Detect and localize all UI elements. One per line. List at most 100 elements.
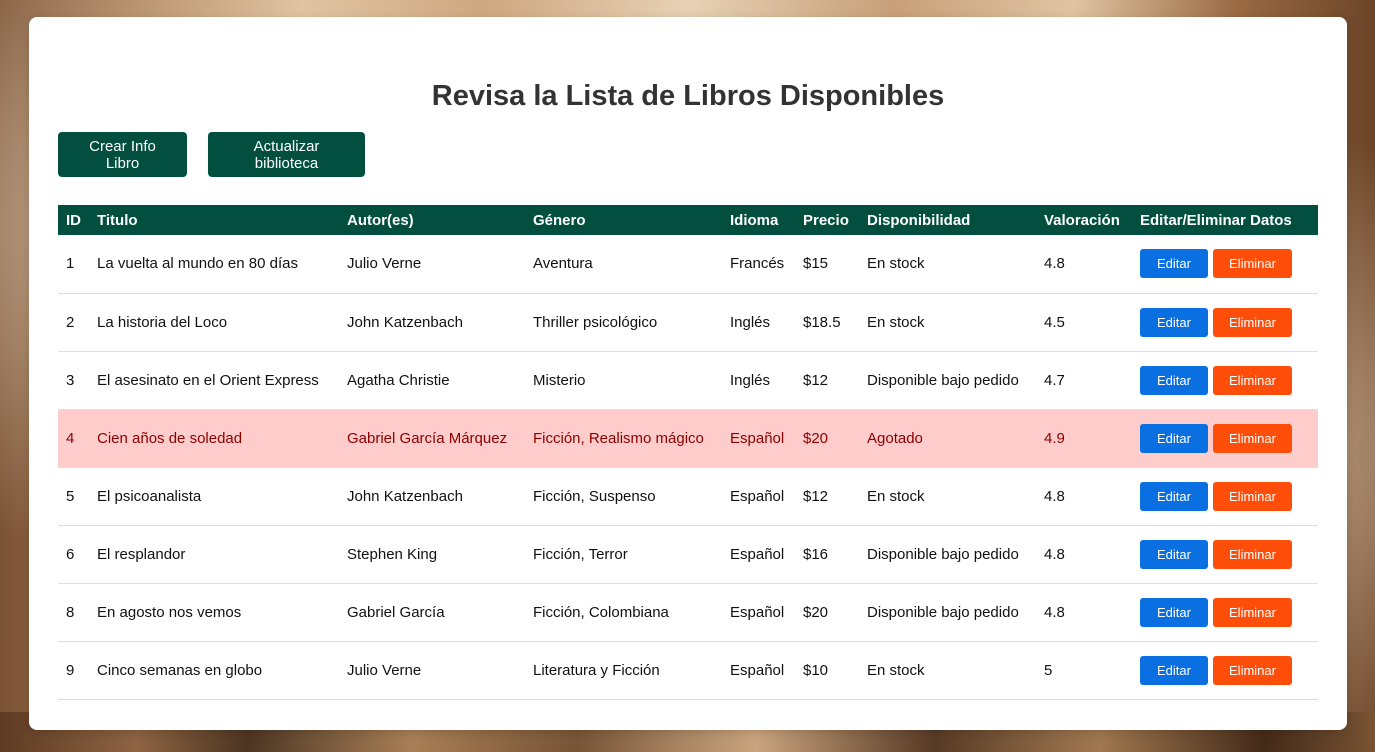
edit-button[interactable]: Editar bbox=[1140, 655, 1208, 685]
delete-button[interactable]: Eliminar bbox=[1213, 655, 1292, 685]
cell-autor: Gabriel García bbox=[339, 583, 525, 642]
cell-genero: Ficción, Suspenso bbox=[525, 467, 722, 526]
cell-idioma: Español bbox=[722, 409, 795, 468]
cell-titulo: La vuelta al mundo en 80 días bbox=[89, 235, 339, 294]
create-book-button[interactable]: Crear Info Libro bbox=[58, 132, 187, 177]
header-autor: Autor(es) bbox=[347, 211, 414, 229]
table-row: 8 En agosto nos vemos Gabriel García Ficció… bbox=[58, 583, 1318, 642]
cell-disponibilidad: En stock bbox=[859, 235, 1036, 294]
cell-valoracion: 4.8 bbox=[1036, 525, 1132, 584]
delete-button[interactable]: Eliminar bbox=[1213, 249, 1292, 279]
edit-button[interactable]: Editar bbox=[1140, 249, 1208, 279]
cell-autor: Julio Verne bbox=[339, 235, 525, 294]
cell-disponibilidad: Disponible bajo pedido bbox=[859, 351, 1036, 410]
delete-button[interactable]: Eliminar bbox=[1213, 481, 1292, 511]
cell-genero: Ficción, Realismo mágico bbox=[525, 409, 722, 468]
edit-button[interactable]: Editar bbox=[1140, 539, 1208, 569]
delete-button[interactable]: Eliminar bbox=[1213, 597, 1292, 627]
cell-actions: Editar Eliminar bbox=[1132, 583, 1318, 642]
cell-precio: $16 bbox=[795, 525, 859, 584]
cell-valoracion: 4.8 bbox=[1036, 583, 1132, 642]
table-row: 5 El psicoanalista John Katzenbach Ficción,… bbox=[58, 467, 1318, 526]
table-row: 3 El asesinato en el Orient Express Agatha… bbox=[58, 351, 1318, 410]
cell-id: 3 bbox=[58, 351, 89, 410]
cell-genero: Aventura bbox=[525, 235, 722, 294]
cell-autor: Agatha Christie bbox=[339, 351, 525, 410]
cell-valoracion: 4.8 bbox=[1036, 467, 1132, 526]
cell-autor: Julio Verne bbox=[339, 641, 525, 700]
cell-autor: John Katzenbach bbox=[339, 467, 525, 526]
table-header-row: ID Titulo Autor(es) Género Idioma Precio… bbox=[58, 205, 1318, 235]
edit-button[interactable]: Editar bbox=[1140, 423, 1208, 453]
cell-autor: Gabriel García Márquez bbox=[339, 409, 525, 468]
cell-idioma: Español bbox=[722, 525, 795, 584]
table-row: 2 La historia del Loco John Katzenbach Thri… bbox=[58, 293, 1318, 352]
cell-valoracion: 4.8 bbox=[1036, 235, 1132, 294]
cell-id: 6 bbox=[58, 525, 89, 584]
cell-actions: Editar Eliminar bbox=[1132, 641, 1318, 700]
table-row: 1 La vuelta al mundo en 80 días Julio Vern… bbox=[58, 235, 1318, 294]
cell-genero: Thriller psicológico bbox=[525, 293, 722, 352]
update-library-button[interactable]: Actualizar biblioteca bbox=[208, 132, 365, 177]
cell-genero: Misterio bbox=[525, 351, 722, 410]
cell-valoracion: 5 bbox=[1036, 641, 1132, 700]
table-row: 4 Cien años de soledad Gabriel García Márq… bbox=[58, 409, 1318, 468]
books-table: ID Titulo Autor(es) Género Idioma Precio… bbox=[58, 205, 1318, 700]
cell-precio: $15 bbox=[795, 235, 859, 294]
cell-actions: Editar Eliminar bbox=[1132, 525, 1318, 584]
cell-id: 9 bbox=[58, 641, 89, 700]
delete-button[interactable]: Eliminar bbox=[1213, 539, 1292, 569]
cell-genero: Literatura y Ficción bbox=[525, 641, 722, 700]
edit-button[interactable]: Editar bbox=[1140, 307, 1208, 337]
cell-id: 5 bbox=[58, 467, 89, 526]
cell-genero: Ficción, Terror bbox=[525, 525, 722, 584]
cell-disponibilidad: Disponible bajo pedido bbox=[859, 583, 1036, 642]
cell-valoracion: 4.7 bbox=[1036, 351, 1132, 410]
edit-button[interactable]: Editar bbox=[1140, 481, 1208, 511]
cell-idioma: Francés bbox=[722, 235, 795, 294]
cell-autor: Stephen King bbox=[339, 525, 525, 584]
cell-precio: $20 bbox=[795, 409, 859, 468]
cell-idioma: Español bbox=[722, 641, 795, 700]
cell-id: 4 bbox=[58, 409, 89, 468]
edit-button[interactable]: Editar bbox=[1140, 597, 1208, 627]
cell-actions: Editar Eliminar bbox=[1132, 409, 1318, 468]
header-idioma: Idioma bbox=[730, 211, 779, 229]
header-disponibilidad: Disponibilidad bbox=[867, 211, 971, 229]
cell-titulo: La historia del Loco bbox=[89, 293, 339, 352]
cell-actions: Editar Eliminar bbox=[1132, 467, 1318, 526]
cell-titulo: En agosto nos vemos bbox=[89, 583, 339, 642]
edit-button[interactable]: Editar bbox=[1140, 365, 1208, 395]
cell-idioma: Inglés bbox=[722, 351, 795, 410]
cell-idioma: Español bbox=[722, 467, 795, 526]
cell-titulo: El resplandor bbox=[89, 525, 339, 584]
books-panel: Revisa la Lista de Libros Disponibles Cr… bbox=[29, 17, 1347, 730]
cell-id: 1 bbox=[58, 235, 89, 294]
header-titulo: Titulo bbox=[97, 211, 138, 229]
cell-precio: $18.5 bbox=[795, 293, 859, 352]
cell-id: 2 bbox=[58, 293, 89, 352]
header-genero: Género bbox=[533, 211, 586, 229]
cell-precio: $20 bbox=[795, 583, 859, 642]
delete-button[interactable]: Eliminar bbox=[1213, 307, 1292, 337]
cell-valoracion: 4.5 bbox=[1036, 293, 1132, 352]
cell-idioma: Inglés bbox=[722, 293, 795, 352]
cell-titulo: Cien años de soledad bbox=[89, 409, 339, 468]
cell-titulo: El asesinato en el Orient Express bbox=[89, 351, 339, 410]
page-title: Revisa la Lista de Libros Disponibles bbox=[431, 80, 945, 112]
cell-disponibilidad: En stock bbox=[859, 293, 1036, 352]
cell-disponibilidad: Agotado bbox=[859, 409, 1036, 468]
cell-titulo: El psicoanalista bbox=[89, 467, 339, 526]
cell-disponibilidad: Disponible bajo pedido bbox=[859, 525, 1036, 584]
cell-precio: $10 bbox=[795, 641, 859, 700]
delete-button[interactable]: Eliminar bbox=[1213, 423, 1292, 453]
table-row: 6 El resplandor Stephen King Ficción, Terro… bbox=[58, 525, 1318, 584]
delete-button[interactable]: Eliminar bbox=[1213, 365, 1292, 395]
cell-actions: Editar Eliminar bbox=[1132, 351, 1318, 410]
header-id: ID bbox=[66, 211, 81, 229]
cell-genero: Ficción, Colombiana bbox=[525, 583, 722, 642]
header-acciones: Editar/Eliminar Datos bbox=[1140, 211, 1292, 229]
table-row: 9 Cinco semanas en globo Julio Verne Litera… bbox=[58, 641, 1318, 700]
header-valoracion: Valoración bbox=[1044, 211, 1120, 229]
cell-id: 8 bbox=[58, 583, 89, 642]
